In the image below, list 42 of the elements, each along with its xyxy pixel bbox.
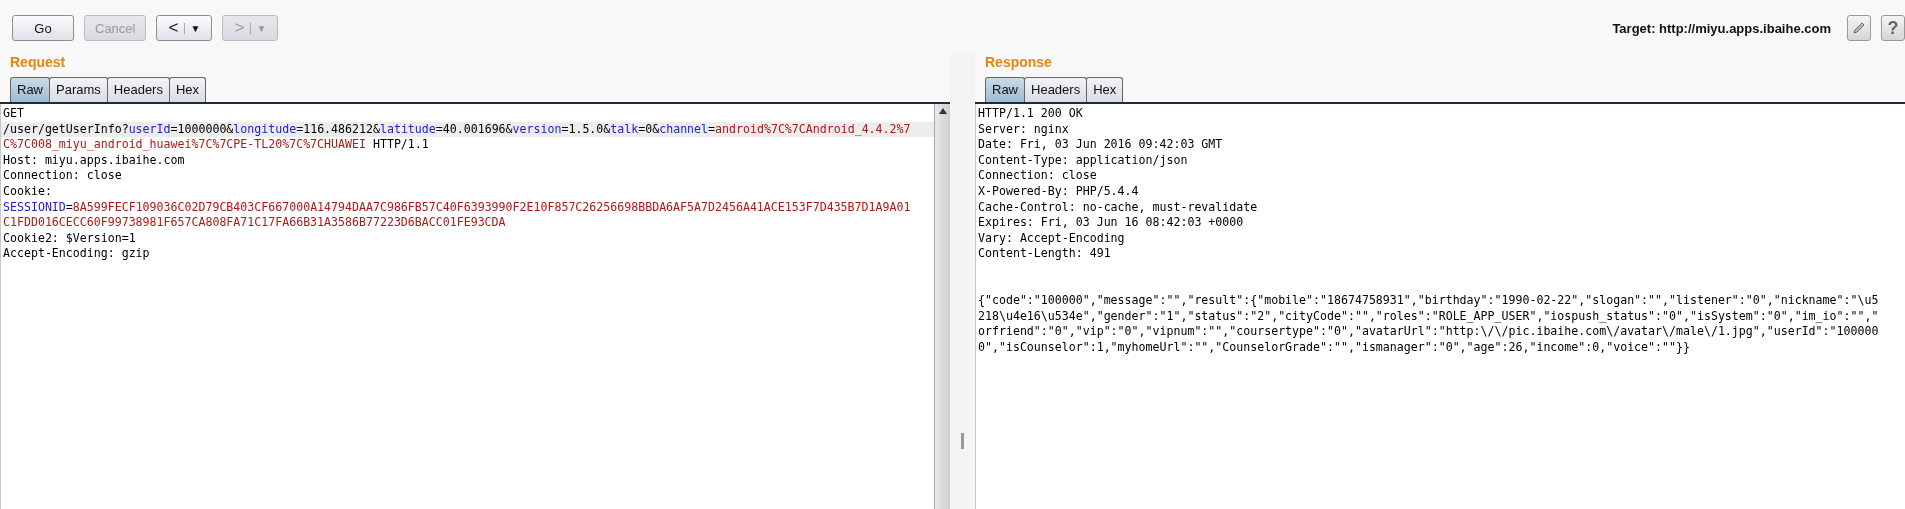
editor-tab[interactable]: Hex [168,77,207,102]
code-line: Cookie: [2,183,53,200]
help-button[interactable]: ? [1881,15,1905,41]
code-line: 0","isCounselor":1,"myhomeUrl":"","CounselorGrade":"","ismanager":"0","age":26,"income":0,"voice":""}} [977,339,1691,356]
code-line: X-Powered-By: PHP/5.4.4 [977,183,1140,200]
code-line: Content-Type: application/json [977,152,1189,169]
pane-title: Request [9,54,67,72]
editor-tab[interactable]: Raw [10,77,50,102]
code-line: Server: nginx [977,121,1070,138]
code-line: C1FDD016CECC60F99738981F657CA808FA71C17FA66B31A3586B77223D6BACC01FE93CDA [2,215,507,231]
code-line: GET [2,106,25,122]
history-button[interactable]: < ▼ [156,15,213,41]
code-line: {"code":"100000","message":"","result":{"mobile":"18674758931","birthday":"1990-02-22","slogan":"","listener":"0","nickname":"\u5 [977,292,1880,309]
code-line: Host: miyu.apps.ibaihe.com [2,152,186,169]
code-line: HTTP/1.1 200 OK [977,106,1084,122]
scrollbar[interactable] [934,104,950,509]
code-line: C%7C008_miyu_android_huawei%7C%7CPE-TL20%7C%7CHUAWEI HTTP/1.1 [2,137,430,153]
editor-tab[interactable]: Hex [1086,77,1124,102]
code-line: Content-Length: 491 [977,246,1112,262]
pencil-icon [1852,21,1866,35]
splitter-grip[interactable] [961,433,964,449]
code-line: Accept-Encoding: gzip [2,246,151,262]
target-label: Target: http://miyu.apps.ibaihe.com [1612,20,1831,36]
code-line: Vary: Accept-Encoding [977,230,1126,247]
code-line: Connection: close [977,168,1098,184]
code-line: Cache-Control: no-cache, must-revalidate [977,199,1259,216]
code-line: orfriend":"0","vip":"0","vipnum":"","coursertype":"0","avatarUrl":"http:\/\/pic.ibaihe.com\/avatar\/male\/1.jpg","userId":"100000 [977,324,1880,340]
edit-button[interactable] [1847,15,1871,41]
editor-tab[interactable]: Raw [985,77,1025,102]
code-line: Expires: Fri, 03 Jun 16 08:42:03 +0000 [977,215,1245,231]
code-line: Cookie2: $Version=1 [2,230,137,247]
response-editor[interactable] [975,104,1905,509]
request-editor[interactable] [0,104,950,509]
pane-title: Response [984,54,1053,72]
toolbar-button[interactable]: Go [12,15,74,41]
editor-tab[interactable]: Params [49,77,108,102]
editor-tab[interactable]: Headers [1024,77,1088,102]
editor-tab[interactable]: Headers [106,77,170,102]
code-line: Connection: close [2,168,123,184]
code-line: SESSIONID=8A599FECF109036C02D79CB403CF667000A14794DAA7C986FB57C40F6393990F2E10F857C26256698BBDA6AF5A7D2456A41ACE153F7D435B7D1A9A01 [2,199,912,216]
code-line: 218\u4e16\u534e","gender":"1","status":"2","cityCode":"","roles":"ROLE_APP_USER","iospush_status":"0","isSystem":"0","im_io":""," [977,308,1880,325]
code-line: Date: Fri, 03 Jun 2016 09:42:03 GMT [977,137,1224,153]
